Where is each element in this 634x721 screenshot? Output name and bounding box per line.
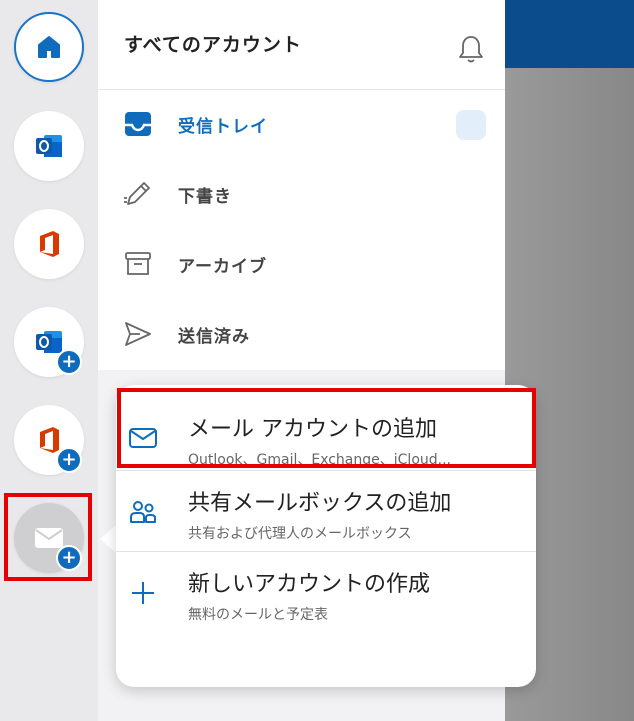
page-title: すべてのアカウント — [124, 34, 302, 56]
menu-item-title: 新しいアカウントの作成 — [188, 572, 431, 597]
panel-header: すべてのアカウント — [98, 0, 505, 90]
home-icon — [38, 36, 60, 58]
people-icon — [130, 501, 156, 523]
outlook-account-button[interactable] — [14, 111, 84, 181]
create-account-item[interactable]: 新しいアカウントの作成 無料のメールと予定表 — [116, 552, 536, 634]
office-icon — [40, 231, 59, 257]
menu-item-subtitle: 無料のメールと予定表 — [188, 607, 328, 623]
add-office-account-button[interactable]: + — [14, 405, 84, 475]
inbox-icon — [125, 112, 151, 136]
folder-label: 下書き — [178, 187, 232, 207]
office-account-button[interactable] — [14, 209, 84, 279]
home-button[interactable] — [14, 12, 84, 82]
main-header-bar — [505, 0, 634, 68]
menu-item-title: 共有メールボックスの追加 — [188, 491, 452, 516]
plus-badge-icon: + — [56, 349, 82, 375]
outlook-icon — [36, 135, 62, 157]
add-outlook-account-button[interactable]: + — [14, 307, 84, 377]
folder-archive[interactable]: アーカイブ — [98, 230, 505, 298]
folder-sent[interactable]: 送信済み — [98, 300, 505, 368]
plus-badge-icon: + — [56, 447, 82, 473]
folder-label: 受信トレイ — [178, 117, 268, 137]
popup-arrow — [100, 525, 116, 553]
folder-label: 送信済み — [178, 327, 250, 347]
folder-label: アーカイブ — [178, 257, 267, 277]
folder-drafts[interactable]: 下書き — [98, 160, 505, 228]
unread-badge — [456, 110, 486, 140]
bell-icon[interactable] — [458, 34, 484, 64]
plus-icon — [132, 582, 154, 604]
folder-inbox[interactable]: 受信トレイ — [98, 90, 505, 158]
archive-icon — [125, 252, 151, 275]
pencil-icon — [124, 182, 150, 205]
folder-list: 受信トレイ 下書き アーカイブ 送信済み — [98, 90, 505, 370]
account-rail: + + + — [0, 0, 98, 721]
add-shared-mailbox-item[interactable]: 共有メールボックスの追加 共有および代理人のメールボックス — [116, 471, 536, 553]
send-icon — [125, 322, 151, 346]
menu-item-subtitle: 共有および代理人のメールボックス — [188, 526, 412, 542]
rail-highlight-box — [4, 493, 92, 581]
office-add-icon — [40, 427, 59, 453]
menu-highlight-box — [117, 388, 536, 468]
